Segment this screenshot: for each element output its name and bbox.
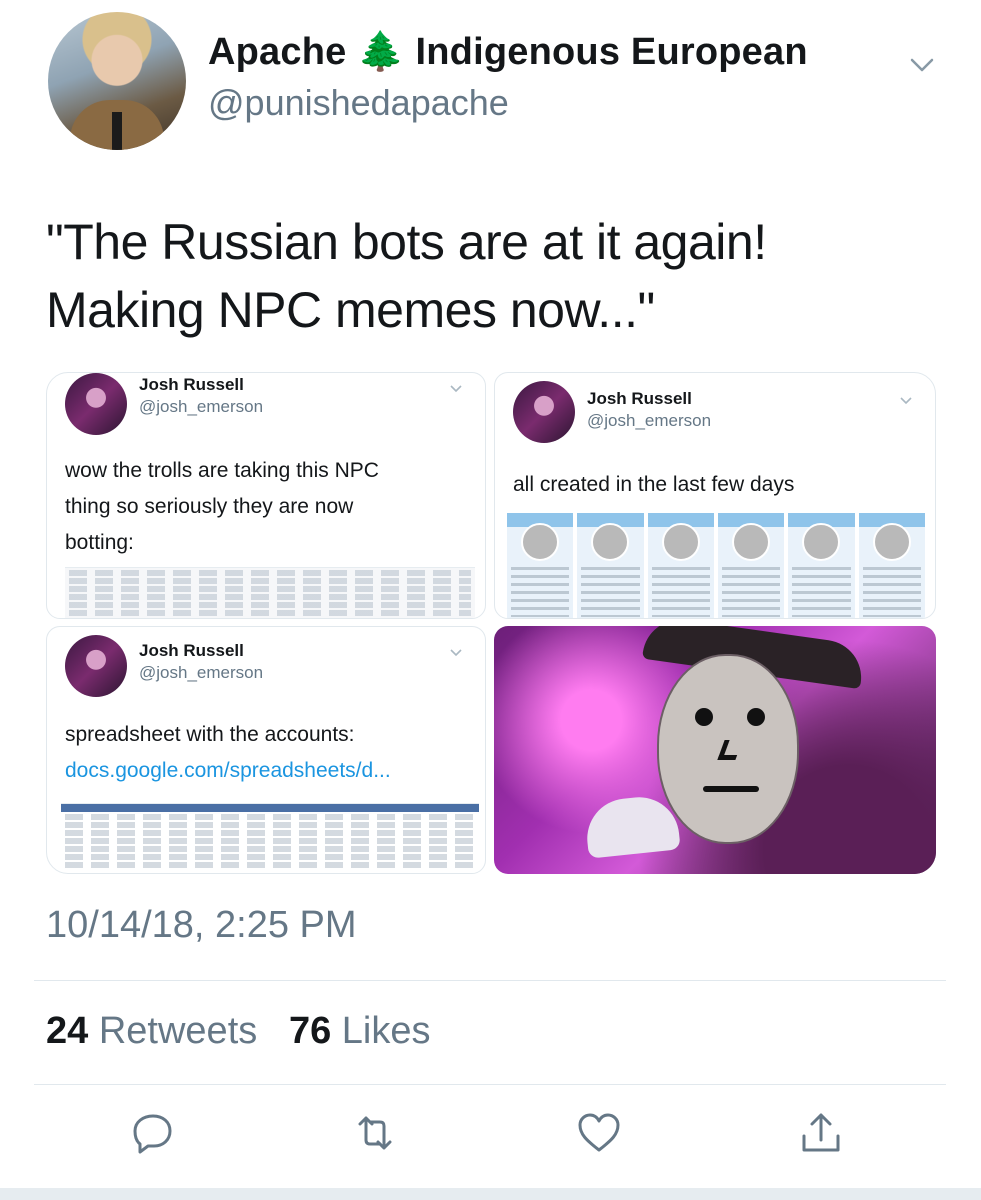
embedded-text: spreadsheet with the accounts: (65, 717, 475, 753)
engagement-counts: 24 Retweets 76 Likes (46, 1010, 431, 1053)
embedded-handle: @josh_emerson (139, 663, 264, 682)
profile-card (507, 513, 574, 618)
profile-thumbnails (507, 513, 925, 618)
spreadsheet-thumbnail (61, 803, 479, 869)
author-avatar[interactable] (48, 12, 186, 150)
embedded-text-line: spreadsheet with the accounts: (65, 723, 355, 746)
embedded-text-line: wow the trolls are taking this NPC (65, 459, 379, 482)
avatar (513, 381, 575, 443)
tweet-text-line: Making NPC memes now..." (46, 282, 655, 338)
retweets-label[interactable]: Retweets (99, 1010, 257, 1052)
embedded-text-line: all created in the last few days (513, 473, 795, 496)
reply-icon[interactable] (130, 1110, 176, 1156)
heart-icon[interactable] (576, 1110, 622, 1156)
tweet-actions (130, 1110, 860, 1160)
embedded-text-line: botting: (65, 531, 134, 554)
retweet-icon[interactable] (352, 1110, 398, 1156)
npc-mouth (703, 786, 759, 792)
bottom-bar (0, 1188, 981, 1200)
embedded-text-line: thing so seriously they are now (65, 495, 354, 518)
avatar (65, 373, 127, 435)
embedded-tweet-screenshot[interactable]: Josh Russell @josh_emerson all created i… (494, 372, 936, 619)
embedded-tweet-screenshot[interactable]: Josh Russell @josh_emerson spreadsheet w… (46, 626, 486, 874)
npc-nose (717, 740, 743, 760)
divider (34, 980, 946, 981)
chevron-down-icon (450, 649, 462, 657)
profile-card (647, 513, 714, 618)
divider (34, 1084, 946, 1085)
profile-card (858, 513, 925, 618)
embedded-handle: @josh_emerson (139, 397, 264, 416)
tweet-timestamp: 10/14/18, 2:25 PM (46, 904, 357, 946)
embedded-text: all created in the last few days (513, 467, 923, 503)
author-handle[interactable]: @punishedapache (208, 82, 509, 124)
profile-card (577, 513, 644, 618)
tweet-author: Apache 🌲 Indigenous European @punishedap… (48, 12, 948, 152)
embedded-name: Josh Russell (139, 375, 244, 394)
likes-count[interactable]: 76 (289, 1010, 331, 1052)
npc-face (657, 654, 799, 844)
retweets-count[interactable]: 24 (46, 1010, 88, 1052)
media-grid: Josh Russell @josh_emerson wow the troll… (46, 372, 936, 874)
chevron-down-icon[interactable] (908, 50, 936, 78)
npc-eye (747, 708, 765, 726)
chevron-down-icon (450, 385, 462, 393)
tweet-text-line: "The Russian bots are at it again! (46, 214, 767, 270)
npc-eye (695, 708, 713, 726)
embedded-tweet-screenshot[interactable]: Josh Russell @josh_emerson wow the troll… (46, 372, 486, 619)
spreadsheet-link[interactable]: docs.google.com/spreadsheets/d... (65, 759, 391, 783)
author-display-name[interactable]: Apache 🌲 Indigenous European (208, 30, 808, 74)
embedded-name: Josh Russell (587, 389, 692, 408)
likes-label[interactable]: Likes (342, 1010, 431, 1052)
embedded-handle: @josh_emerson (587, 411, 712, 430)
npc-meme-photo[interactable] (494, 626, 936, 874)
profile-card (717, 513, 785, 618)
embedded-text: wow the trolls are taking this NPC thing… (65, 453, 475, 561)
chevron-down-icon (900, 397, 912, 405)
tweet-text: "The Russian bots are at it again! Makin… (46, 208, 946, 344)
avatar (65, 635, 127, 697)
profile-card (788, 513, 855, 618)
avatar-tie (112, 112, 122, 150)
embedded-name: Josh Russell (139, 641, 244, 660)
share-icon[interactable] (798, 1110, 844, 1156)
spreadsheet-thumbnail (65, 567, 475, 618)
